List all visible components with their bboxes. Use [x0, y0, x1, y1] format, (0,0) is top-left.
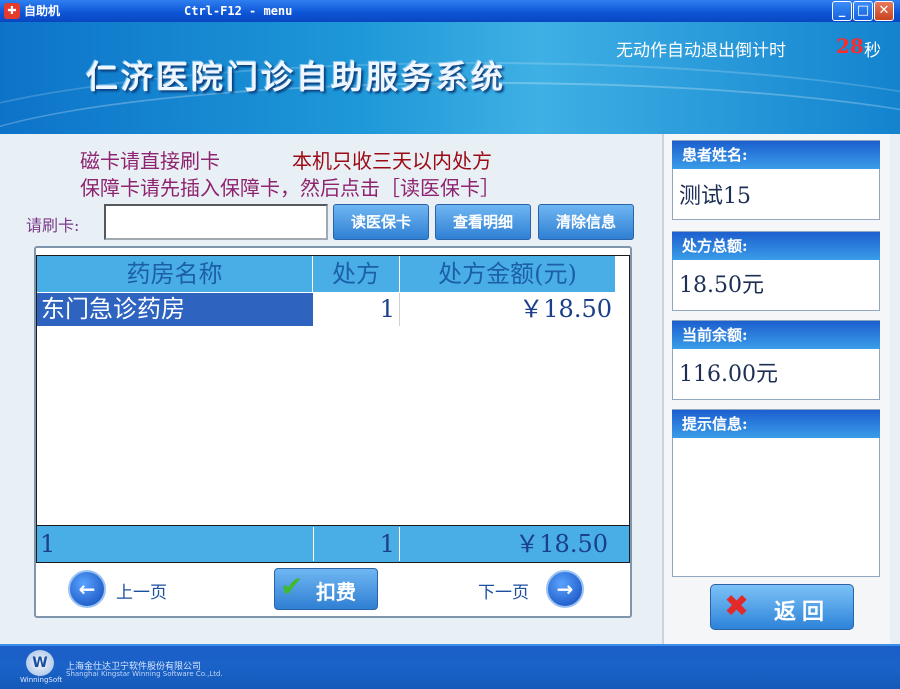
arrow-left-circle-icon[interactable]: ←	[68, 570, 106, 608]
summary-total-amount: ￥18.50	[515, 530, 608, 558]
minimize-button[interactable]: _	[832, 1, 852, 21]
x-icon: ✖	[724, 589, 750, 624]
table-row-amount-cell[interactable]: ￥18.50	[400, 293, 616, 326]
tips-label: 提示信息:	[672, 410, 880, 438]
banner: 仁济医院门诊自助服务系统 无动作自动退出倒计时 28 秒	[0, 22, 900, 134]
summary-total-count: 1	[313, 527, 400, 561]
close-button[interactable]: ✕	[874, 1, 894, 21]
column-header-count[interactable]: 处方	[313, 256, 400, 292]
insurance-notice: 保障卡请先插入保障卡，然后点击［读医保卡］	[80, 176, 500, 200]
countdown-value: 28	[836, 34, 864, 58]
view-detail-button[interactable]: 查看明细	[435, 204, 531, 240]
balance-value: 116.00元	[679, 362, 778, 387]
system-title: 仁济医院门诊自助服务系统	[86, 58, 507, 96]
card-input[interactable]	[104, 204, 328, 240]
clear-info-button[interactable]: 清除信息	[538, 204, 634, 240]
table-row-pharmacy-cell[interactable]: 东门急诊药房	[37, 293, 313, 326]
company-name-en: Shanghai Kingstar Winning Software Co.,L…	[66, 670, 223, 678]
swipe-notice: 磁卡请直接刷卡	[80, 149, 220, 173]
prescription-total-label: 处方总额:	[672, 232, 880, 260]
logo-text: WinningSoft	[20, 676, 63, 684]
read-insurance-card-button[interactable]: 读医保卡	[333, 204, 429, 240]
column-header-amount[interactable]: 处方金额(元)	[400, 256, 616, 292]
checkmark-icon: ✔	[280, 570, 304, 603]
arrow-right-circle-icon[interactable]: →	[546, 570, 584, 608]
prescription-total-value: 18.50元	[679, 273, 764, 298]
countdown-label: 无动作自动退出倒计时	[616, 41, 786, 61]
company-logo-icon: W	[26, 650, 54, 676]
maximize-button[interactable]: □	[853, 1, 873, 21]
balance-label: 当前余额:	[672, 321, 880, 349]
title-bar	[0, 0, 900, 22]
return-button-label: 返回	[774, 599, 831, 625]
prev-page-button[interactable]: 上一页	[116, 578, 167, 603]
summary-row-count: 1	[40, 530, 56, 558]
charge-button-label: 扣费	[316, 580, 356, 604]
shortcut-hint: Ctrl-F12 - menu	[184, 4, 293, 18]
column-header-pharmacy[interactable]: 药房名称	[37, 256, 313, 292]
limit-notice: 本机只收三天以内处方	[292, 149, 492, 173]
app-icon: ✚	[4, 3, 20, 19]
table-row-count-cell[interactable]: 1	[313, 293, 400, 326]
window-title: 自助机	[24, 4, 61, 18]
patient-name-value: 测试15	[679, 184, 751, 209]
countdown-unit: 秒	[864, 41, 881, 61]
next-page-button[interactable]: 下一页	[478, 578, 529, 603]
card-input-label: 请刷卡:	[26, 216, 80, 235]
patient-name-label: 患者姓名:	[672, 141, 880, 169]
